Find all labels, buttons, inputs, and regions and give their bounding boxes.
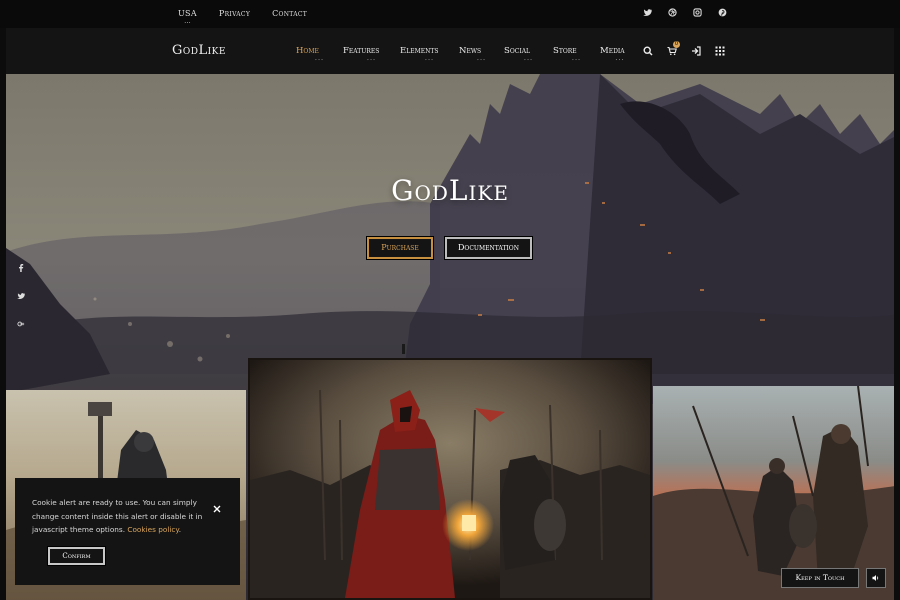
art-panel-center: [248, 358, 652, 600]
top-links: USA Privacy Contact: [178, 9, 307, 18]
right-frame-edge: [894, 28, 900, 600]
pinterest-icon[interactable]: [718, 8, 727, 17]
grid-menu-icon[interactable]: [715, 46, 725, 56]
cart-count-badge: 0: [673, 41, 680, 48]
menu-item-media[interactable]: Media: [600, 46, 640, 56]
side-social-bar: [17, 264, 25, 328]
hero-title: GodLike: [391, 174, 509, 207]
left-frame-edge: [0, 28, 6, 600]
top-bar: USA Privacy Contact: [0, 0, 900, 28]
nav-icons: 0: [643, 41, 725, 56]
confirm-button[interactable]: Confirm: [47, 546, 106, 566]
menu-item-store[interactable]: Store: [553, 46, 600, 56]
menu-item-home[interactable]: Home: [296, 46, 343, 56]
main-navbar: GodLike Home Features Elements News Soci…: [0, 28, 900, 74]
cookie-alert: Cookie alert are ready to use. You can s…: [15, 478, 240, 585]
twitter-icon[interactable]: [17, 292, 25, 300]
dribbble-icon[interactable]: [668, 8, 677, 17]
documentation-button[interactable]: Documentation: [444, 236, 533, 260]
search-icon[interactable]: [643, 46, 653, 56]
cookies-policy-link[interactable]: Cookies policy: [127, 525, 178, 534]
purchase-button[interactable]: Purchase: [366, 236, 434, 260]
top-link-usa[interactable]: USA: [178, 9, 197, 18]
twitter-icon[interactable]: [643, 8, 652, 17]
instagram-icon[interactable]: [693, 8, 702, 17]
main-menu: Home Features Elements News Social Store…: [296, 46, 640, 56]
sound-icon[interactable]: [866, 568, 886, 588]
close-icon[interactable]: [212, 499, 222, 513]
menu-item-social[interactable]: Social: [504, 46, 553, 56]
site-logo[interactable]: GodLike: [172, 43, 226, 58]
sign-in-icon[interactable]: [691, 46, 701, 56]
menu-item-news[interactable]: News: [459, 46, 504, 56]
facebook-icon[interactable]: [17, 264, 25, 272]
cookie-message: Cookie alert are ready to use. You can s…: [32, 498, 203, 534]
google-plus-icon[interactable]: [17, 320, 25, 328]
top-social: [643, 8, 727, 17]
keep-in-touch-button[interactable]: Keep in Touch: [781, 568, 859, 588]
top-link-contact[interactable]: Contact: [272, 9, 307, 18]
menu-item-elements[interactable]: Elements: [400, 46, 459, 56]
top-link-privacy[interactable]: Privacy: [219, 9, 250, 18]
menu-item-features[interactable]: Features: [343, 46, 400, 56]
cart-icon[interactable]: 0: [667, 41, 680, 56]
